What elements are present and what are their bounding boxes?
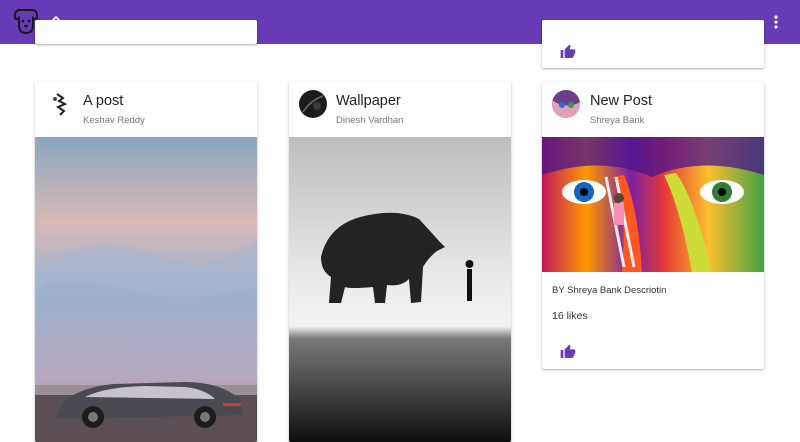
post-author: Shreya Bank bbox=[590, 115, 645, 126]
previous-post-card bbox=[542, 20, 764, 68]
post-description: BY Shreya Bank Descriotin bbox=[552, 285, 667, 296]
post-image bbox=[289, 137, 511, 442]
post-author: Dinesh Vardhan bbox=[336, 115, 404, 126]
avatar bbox=[47, 90, 75, 118]
avatar bbox=[552, 90, 580, 118]
previous-post-card bbox=[35, 20, 257, 44]
post-title: A post bbox=[83, 93, 124, 109]
likes-count: 16 likes bbox=[552, 310, 588, 322]
post-card: A post Keshav Reddy bbox=[35, 82, 257, 442]
post-title: Wallpaper bbox=[336, 93, 401, 109]
post-title: New Post bbox=[590, 93, 653, 109]
post-image bbox=[35, 137, 257, 442]
thumb-up-icon[interactable] bbox=[560, 344, 576, 360]
thumb-up-icon[interactable] bbox=[560, 44, 576, 60]
more-vert-icon[interactable] bbox=[768, 13, 784, 31]
post-card: Wallpaper Dinesh Vardhan bbox=[289, 82, 511, 442]
post-card: New Post Shreya Bank BY Shreya Bank Desc… bbox=[542, 82, 764, 369]
post-image bbox=[542, 137, 764, 272]
avatar bbox=[299, 90, 327, 118]
post-author: Keshav Reddy bbox=[83, 115, 145, 126]
